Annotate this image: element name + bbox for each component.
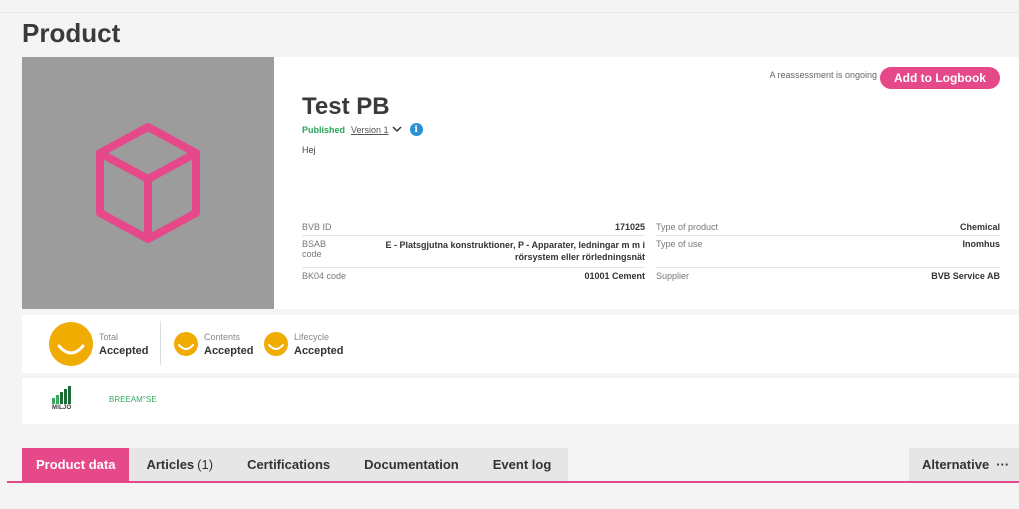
product-description: Hej [302, 145, 316, 155]
detail-key: Supplier [656, 271, 690, 281]
rating-value: Accepted [204, 344, 254, 357]
rating-label: Lifecycle [294, 331, 330, 342]
detail-key: BK04 code [302, 271, 347, 281]
tab-label: Certifications [247, 457, 331, 472]
add-to-logbook-button[interactable]: Add to Logbook [880, 67, 1000, 89]
rating-value: Accepted [294, 344, 344, 357]
tab-label: Product data [36, 457, 116, 472]
detail-value: Chemical [959, 222, 1000, 232]
rating-value: Accepted [99, 344, 149, 357]
status-badge: Published [302, 124, 346, 135]
rating-divider [160, 321, 161, 365]
detail-value: E - Platsgjutna konstruktioner, P - Appa… [385, 240, 645, 262]
tab-certifications[interactable]: Certifications [230, 448, 347, 481]
info-icon[interactable]: i [409, 123, 423, 136]
tab-count: (1) [197, 457, 214, 472]
tab-bar: Product data Articles (1) Certifications … [22, 448, 569, 481]
top-divider [0, 12, 1019, 13]
details-right: Type of product Chemical Type of use Ino… [656, 219, 1000, 285]
tab-label: Documentation [364, 457, 459, 472]
tab-product-data[interactable]: Product data [22, 448, 130, 481]
detail-row: BVB ID 171025 [302, 219, 645, 236]
page-title: Product [22, 18, 121, 48]
certifications-panel: MILJÖ BREEAM°SE [22, 378, 1019, 424]
rating-panel: Total Accepted Contents Accepted Lifecyc… [22, 315, 1019, 373]
detail-row: Type of product Chemical [656, 219, 1000, 236]
smiley-icon [49, 322, 93, 366]
detail-row: BSAB code E - Platsgjutna konstruktioner… [302, 236, 645, 268]
smiley-icon [174, 332, 198, 356]
tab-underline [7, 481, 1019, 483]
rating-lifecycle: Lifecycle Accepted [264, 315, 344, 373]
detail-row: Type of use Inomhus [656, 236, 1000, 268]
detail-value: 171025 [614, 222, 645, 232]
rating-label: Total [99, 331, 119, 342]
rating-contents: Contents Accepted [174, 315, 254, 373]
tab-label: Articles [146, 457, 195, 472]
status-row: Published Version 1 i [302, 123, 423, 136]
details-left: BVB ID 171025 BSAB code E - Platsgjutna … [302, 219, 645, 285]
cube-icon [96, 123, 200, 243]
breeam-logo: BREEAM°SE [109, 395, 157, 404]
detail-row: BK04 code 01001 Cement [302, 268, 645, 285]
rating-label: Contents [204, 331, 241, 342]
tab-documentation[interactable]: Documentation [347, 448, 476, 481]
detail-key: Type of product [656, 222, 719, 232]
tab-articles[interactable]: Articles (1) [129, 448, 230, 481]
miljobyggnad-logo [52, 386, 71, 404]
alternative-menu[interactable]: Alternative ··· [909, 448, 1019, 481]
product-name: Test PB [302, 93, 390, 120]
reassessment-notice: A reassessment is ongoing [769, 70, 877, 80]
tab-event-log[interactable]: Event log [476, 448, 569, 481]
product-card: A reassessment is ongoing Add to Logbook… [22, 57, 1019, 309]
version-selector[interactable]: Version 1 [351, 125, 389, 135]
detail-value: Inomhus [962, 239, 1001, 249]
more-dots-icon[interactable]: ··· [996, 457, 1009, 472]
chevron-down-icon[interactable] [392, 126, 402, 133]
miljobyggnad-text: MILJÖ [52, 405, 72, 411]
detail-value: 01001 Cement [584, 271, 645, 281]
alternative-label: Alternative [922, 457, 990, 472]
detail-key: Type of use [656, 239, 703, 249]
detail-row: Supplier BVB Service AB [656, 268, 1000, 285]
product-image [22, 57, 274, 309]
rating-total: Total Accepted [49, 315, 149, 373]
detail-key: BSAB code [302, 239, 327, 259]
detail-key: BVB ID [302, 222, 332, 232]
tab-label: Event log [492, 457, 552, 472]
detail-value: BVB Service AB [931, 271, 1000, 281]
smiley-icon [264, 332, 288, 356]
